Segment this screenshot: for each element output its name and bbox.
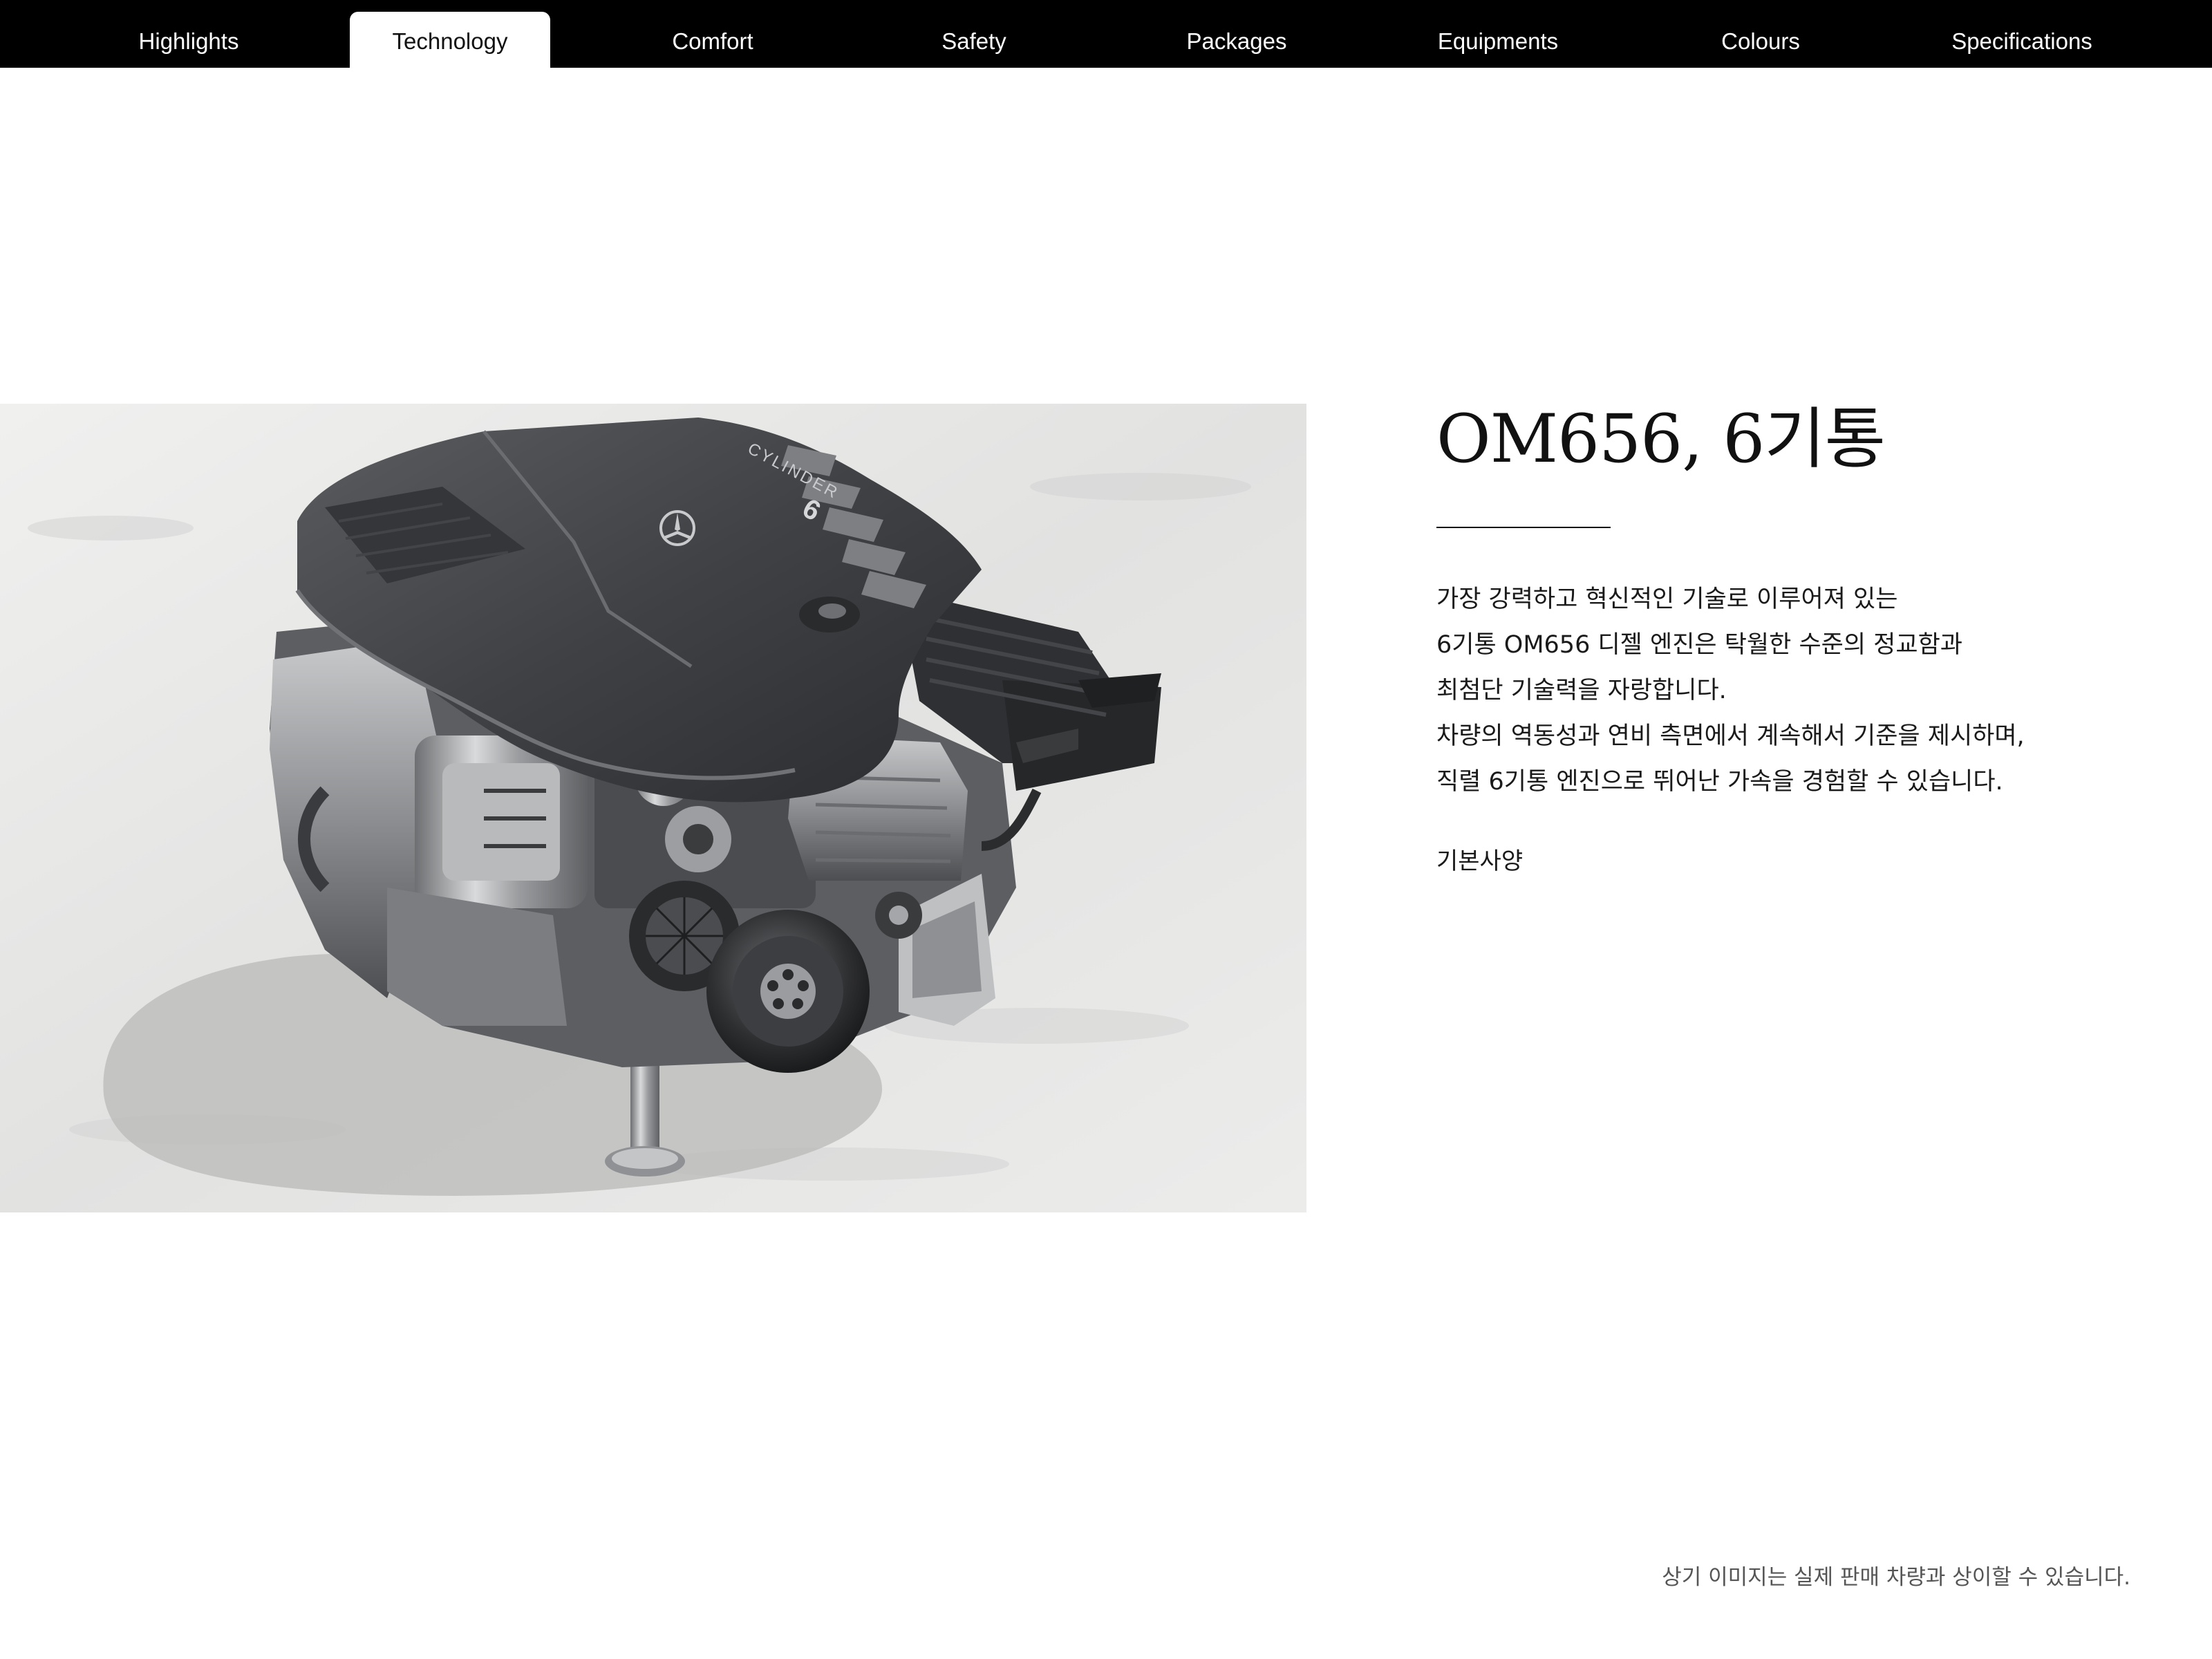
tab-highlights[interactable]: Highlights — [88, 12, 289, 68]
description-line: 가장 강력하고 혁신적인 기술로 이루어져 있는 — [1436, 585, 1898, 613]
availability-label: 기본사양 — [1436, 847, 1524, 875]
tab-safety[interactable]: Safety — [874, 12, 1074, 68]
tab-comfort[interactable]: Comfort — [612, 12, 813, 68]
tab-equipments[interactable]: Equipments — [1398, 12, 1598, 68]
image-disclaimer: 상기 이미지는 실제 판매 차량과 상이할 수 있습니다. — [1662, 1565, 2130, 1590]
description-line: 최첨단 기술력을 자랑합니다. — [1436, 677, 1727, 704]
engine-image: CYLINDER 6 — [0, 404, 1306, 1212]
description-line: 직렬 6기통 엔진으로 뛰어난 가속을 경험할 수 있습니다. — [1436, 768, 2003, 796]
tab-packages[interactable]: Packages — [1136, 12, 1337, 68]
title-divider — [1436, 527, 1611, 528]
tab-technology[interactable]: Technology — [350, 12, 550, 68]
feature-description: 가장 강력하고 혁신적인 기술로 이루어져 있는 6기통 OM656 디젤 엔진… — [1436, 577, 2128, 805]
top-navigation: Highlights Technology Comfort Safety Pac… — [0, 0, 2212, 68]
description-line: 6기통 OM656 디젤 엔진은 탁월한 수준의 정교함과 — [1436, 631, 1962, 659]
tab-colours[interactable]: Colours — [1660, 12, 1861, 68]
feature-info: OM656, 6기통 가장 강력하고 혁신적인 기술로 이루어져 있는 6기통 … — [1436, 387, 2128, 878]
page-title: OM656, 6기통 — [1436, 400, 1886, 478]
tab-specifications[interactable]: Specifications — [1922, 12, 2122, 68]
description-line: 차량의 역동성과 연비 측면에서 계속해서 기준을 제시하며, — [1436, 722, 2025, 750]
